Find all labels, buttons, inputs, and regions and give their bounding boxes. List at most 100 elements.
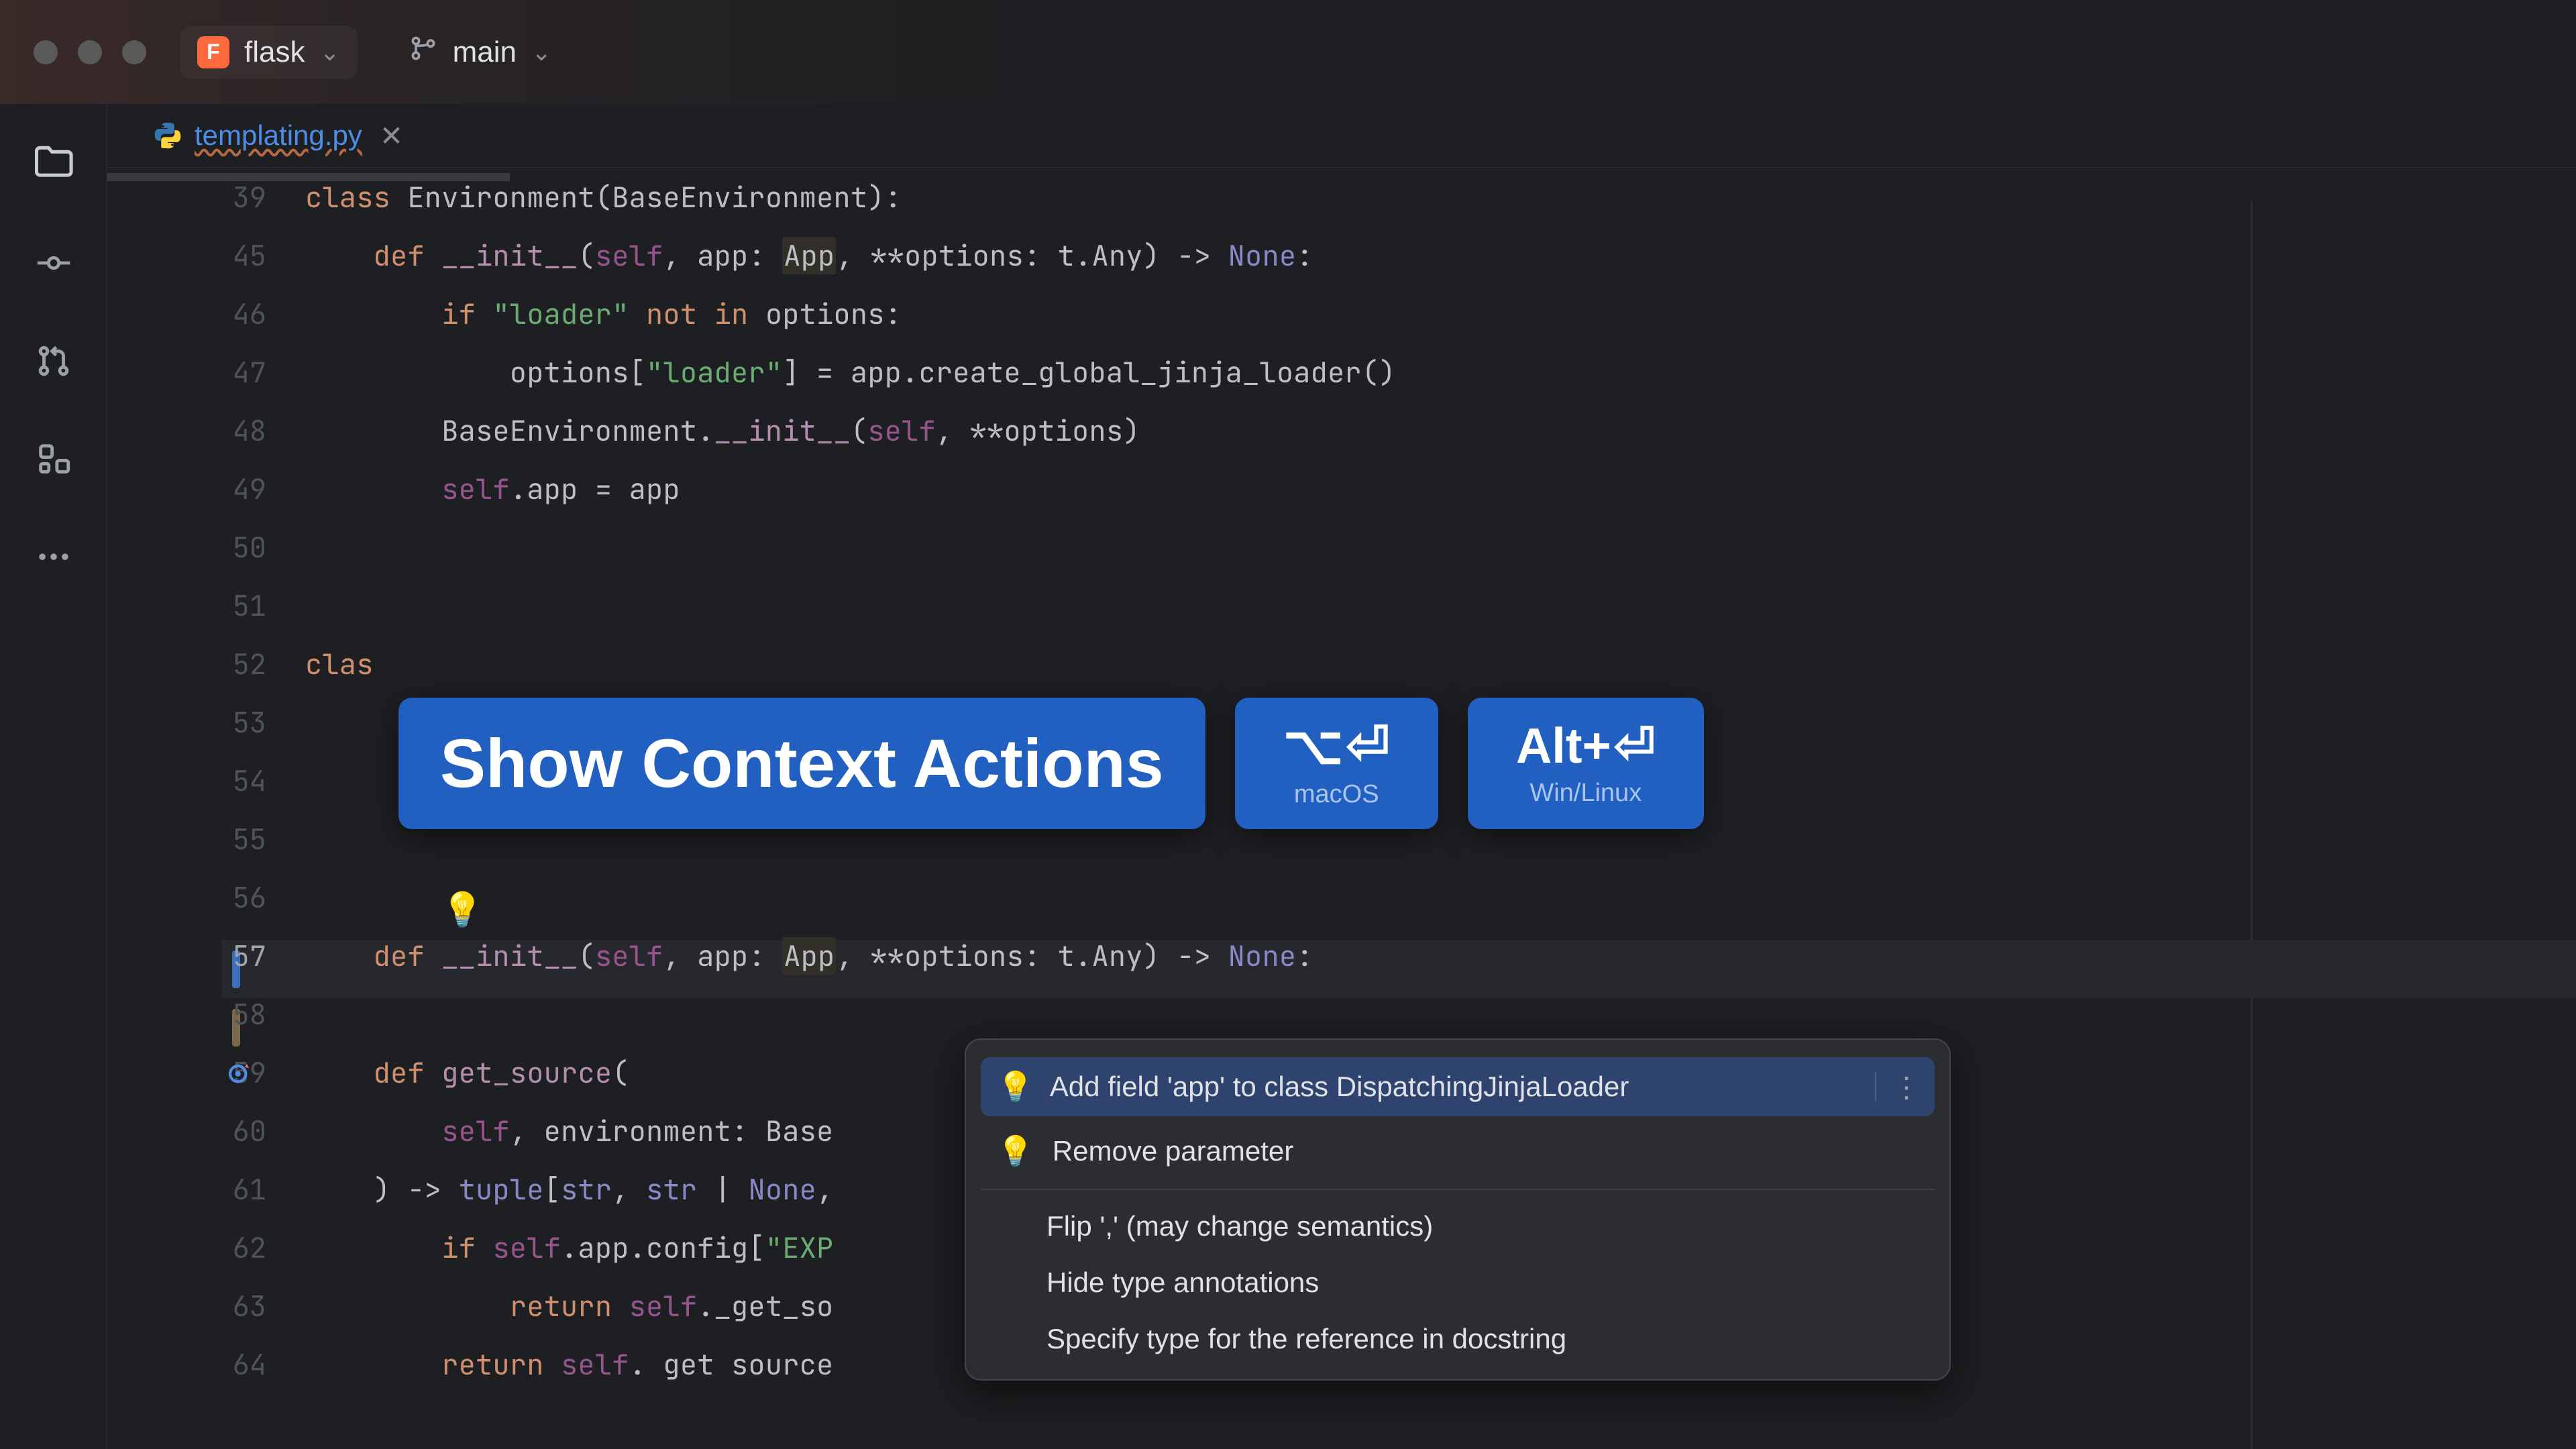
code-line[interactable]: 51 bbox=[107, 576, 2576, 635]
project-icon: F bbox=[197, 36, 229, 68]
context-action-item[interactable]: 💡 Remove parameter bbox=[966, 1122, 1949, 1181]
code-text[interactable]: return self. get source bbox=[305, 1346, 833, 1383]
chevron-down-icon: ⌄ bbox=[319, 38, 339, 66]
enter-key-icon: ⏎ bbox=[1346, 715, 1389, 776]
option-key-icon: ⌥ bbox=[1283, 715, 1344, 776]
editor-tabs: templating.py ✕ bbox=[107, 104, 2576, 168]
code-text[interactable]: def __init__(self, app: App, **options: … bbox=[305, 237, 1313, 274]
activity-bar bbox=[0, 104, 107, 1449]
context-action-label: Specify type for the reference in docstr… bbox=[1046, 1323, 1566, 1355]
code-text[interactable]: return self._get_so bbox=[305, 1287, 833, 1325]
mac-keys: ⌥⏎ bbox=[1283, 715, 1390, 776]
code-line[interactable]: 52clas bbox=[107, 635, 2576, 693]
line-number: 51 bbox=[107, 587, 305, 625]
commit-tool-icon[interactable] bbox=[34, 244, 73, 288]
callout-mac-shortcut: ⌥⏎ macOS bbox=[1235, 698, 1438, 829]
code-line[interactable]: 49 self.app = app bbox=[107, 460, 2576, 518]
editor-tab[interactable]: templating.py ✕ bbox=[134, 104, 422, 167]
code-text[interactable]: ) -> tuple[str, str | None, bbox=[305, 1171, 833, 1208]
branch-name: main bbox=[453, 36, 517, 69]
line-number: 52 bbox=[107, 645, 305, 683]
tab-filename: templating.py bbox=[195, 119, 362, 152]
project-tool-icon[interactable] bbox=[31, 139, 76, 190]
code-line[interactable]: 57 def __init__(self, app: App, **option… bbox=[107, 926, 2576, 985]
mac-label: macOS bbox=[1294, 780, 1379, 809]
close-window-icon[interactable] bbox=[34, 40, 58, 64]
code-line[interactable]: 58 bbox=[107, 985, 2576, 1043]
run-target-icon[interactable] bbox=[227, 1059, 254, 1086]
overlay-callouts: Show Context Actions ⌥⏎ macOS Alt+⏎ Win/… bbox=[398, 698, 1704, 829]
code-line[interactable]: 47 options["loader"] = app.create_global… bbox=[107, 343, 2576, 401]
line-number: 45 bbox=[107, 237, 305, 274]
structure-tool-icon[interactable] bbox=[34, 439, 73, 484]
line-number: 61 bbox=[107, 1171, 305, 1208]
window-controls bbox=[34, 40, 146, 64]
code-text[interactable]: clas bbox=[305, 645, 374, 683]
branch-selector[interactable]: main ⌄ bbox=[391, 24, 570, 80]
line-number: 62 bbox=[107, 1229, 305, 1267]
line-number: 56 bbox=[107, 879, 305, 916]
line-number: 58 bbox=[107, 996, 305, 1033]
code-text[interactable]: if "loader" not in options: bbox=[305, 295, 902, 333]
context-action-label: Flip ',' (may change semantics) bbox=[1046, 1210, 1433, 1242]
minimize-window-icon[interactable] bbox=[78, 40, 102, 64]
code-text[interactable]: def __init__(self, app: App, **options: … bbox=[305, 937, 1313, 975]
context-action-label: Add field 'app' to class DispatchingJinj… bbox=[1050, 1071, 1629, 1103]
line-number: 63 bbox=[107, 1287, 305, 1325]
code-text[interactable]: self, environment: Base bbox=[305, 1112, 833, 1150]
context-action-item[interactable]: Specify type for the reference in docstr… bbox=[966, 1311, 1949, 1367]
line-number: 60 bbox=[107, 1112, 305, 1150]
line-number: 46 bbox=[107, 295, 305, 333]
bulb-icon: 💡 bbox=[997, 1069, 1034, 1104]
chevron-down-icon: ⌄ bbox=[531, 38, 551, 66]
code-text[interactable]: def get_source( bbox=[305, 1054, 629, 1091]
python-file-icon bbox=[153, 121, 182, 150]
context-action-label: Hide type annotations bbox=[1046, 1267, 1319, 1299]
line-number: 47 bbox=[107, 354, 305, 391]
winlinux-keys: Alt+⏎ bbox=[1516, 717, 1656, 775]
code-line[interactable]: 46 if "loader" not in options: bbox=[107, 284, 2576, 343]
line-number: 59 bbox=[107, 1054, 305, 1091]
code-text[interactable]: self.app = app bbox=[305, 470, 680, 508]
kebab-icon[interactable]: ⋮ bbox=[1892, 1071, 1919, 1104]
context-action-label: Remove parameter bbox=[1053, 1135, 1293, 1167]
titlebar: F flask ⌄ main ⌄ bbox=[0, 0, 2576, 104]
line-number: 55 bbox=[107, 820, 305, 858]
code-line[interactable]: 50 bbox=[107, 518, 2576, 576]
branch-icon bbox=[409, 34, 438, 70]
line-number: 64 bbox=[107, 1346, 305, 1383]
code-text[interactable]: options["loader"] = app.create_global_ji… bbox=[305, 354, 1396, 391]
pull-requests-tool-icon[interactable] bbox=[34, 341, 73, 386]
line-number: 39 bbox=[107, 178, 305, 216]
winlinux-label: Win/Linux bbox=[1529, 779, 1642, 808]
callout-action-name: Show Context Actions bbox=[398, 698, 1205, 829]
enter-key-icon: ⏎ bbox=[1614, 717, 1656, 775]
code-text[interactable]: class Environment(BaseEnvironment): bbox=[305, 178, 902, 216]
project-selector[interactable]: F flask ⌄ bbox=[180, 26, 358, 78]
line-number: 49 bbox=[107, 470, 305, 508]
context-action-item[interactable]: 💡 Add field 'app' to class DispatchingJin… bbox=[981, 1057, 1935, 1116]
more-options[interactable]: ⋮ bbox=[1875, 1071, 1919, 1104]
context-action-item[interactable]: Flip ',' (may change semantics) bbox=[966, 1198, 1949, 1254]
close-tab-icon[interactable]: ✕ bbox=[380, 119, 403, 152]
callout-winlinux-shortcut: Alt+⏎ Win/Linux bbox=[1468, 698, 1704, 829]
more-tool-icon[interactable] bbox=[34, 537, 73, 582]
code-line[interactable]: 39class Environment(BaseEnvironment): bbox=[107, 168, 2576, 226]
alt-key-text: Alt+ bbox=[1516, 717, 1611, 774]
line-number: 53 bbox=[107, 704, 305, 741]
line-number: 50 bbox=[107, 529, 305, 566]
line-number: 57 bbox=[107, 937, 305, 975]
project-name: flask bbox=[244, 36, 305, 69]
code-text[interactable]: if self.app.config["EXP bbox=[305, 1229, 833, 1267]
line-number: 48 bbox=[107, 412, 305, 449]
context-action-item[interactable]: Hide type annotations bbox=[966, 1254, 1949, 1311]
bulb-icon: 💡 bbox=[997, 1134, 1034, 1169]
intention-bulb-icon[interactable]: 💡 bbox=[441, 887, 483, 931]
code-line[interactable]: 45 def __init__(self, app: App, **option… bbox=[107, 226, 2576, 284]
context-actions-popup: 💡 Add field 'app' to class DispatchingJin… bbox=[965, 1038, 1951, 1381]
callout-title: Show Context Actions bbox=[440, 724, 1164, 803]
code-line[interactable]: 48 BaseEnvironment.__init__(self, **opti… bbox=[107, 401, 2576, 460]
maximize-window-icon[interactable] bbox=[122, 40, 146, 64]
code-text[interactable]: BaseEnvironment.__init__(self, **options… bbox=[305, 412, 1140, 449]
line-number: 54 bbox=[107, 762, 305, 800]
